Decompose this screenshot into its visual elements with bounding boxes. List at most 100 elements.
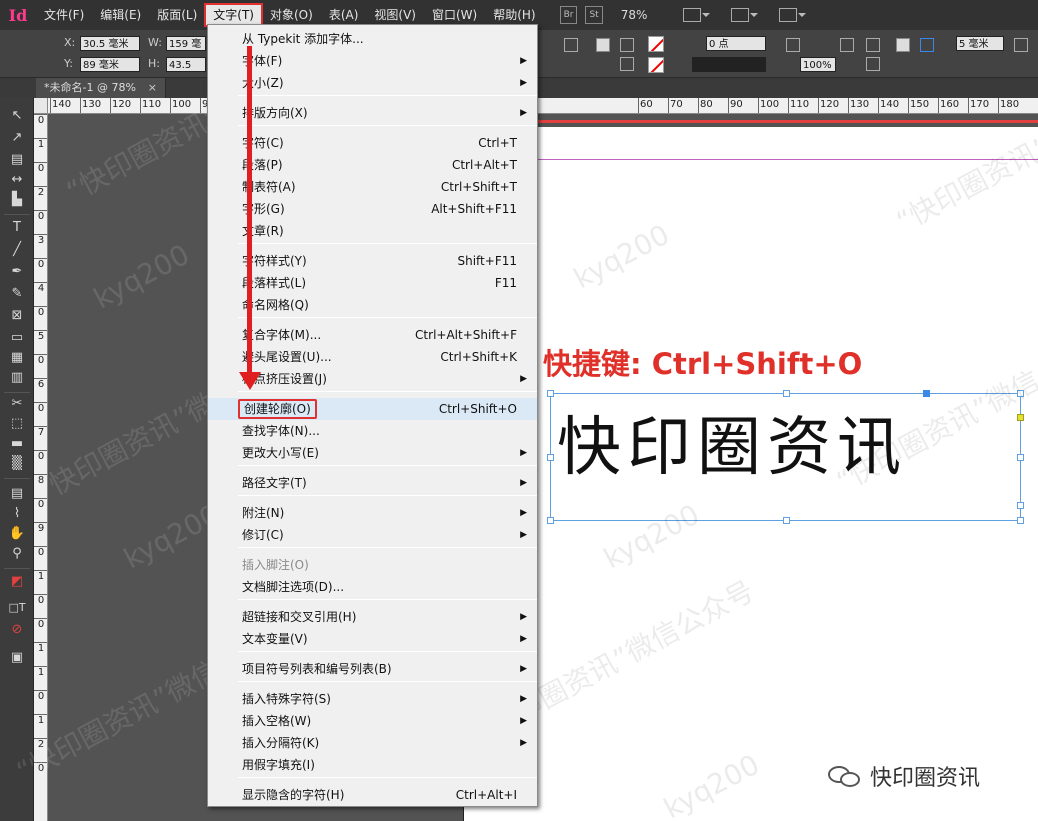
- menu-item[interactable]: 字符(C) Ctrl+T: [208, 132, 537, 154]
- selection-tool-icon[interactable]: ↖: [7, 106, 27, 126]
- note-tool-icon[interactable]: ▤: [7, 484, 27, 504]
- menu-item[interactable]: 更改大小写(E) ▶: [208, 442, 537, 464]
- menu-table[interactable]: 表(A): [321, 4, 367, 26]
- fill-swatch-icon[interactable]: [648, 36, 664, 52]
- frame-handle[interactable]: [547, 517, 554, 524]
- menu-item[interactable]: 显示隐含的字符(H) Ctrl+Alt+I: [208, 784, 537, 806]
- frame-text[interactable]: 快印圈资讯: [557, 396, 907, 488]
- menu-type[interactable]: 文字(T): [204, 3, 263, 27]
- menu-item[interactable]: 创建轮廓(O) Ctrl+Shift+O: [208, 398, 537, 420]
- menu-item[interactable]: 大小(Z) ▶: [208, 72, 537, 94]
- flip-icon[interactable]: [564, 38, 578, 52]
- scissors-tool-icon[interactable]: ✂: [7, 394, 27, 414]
- zoom-tool-icon[interactable]: ⚲: [7, 544, 27, 564]
- menu-item[interactable]: 修订(C) ▶: [208, 524, 537, 546]
- stroke-type-select[interactable]: [692, 57, 766, 72]
- frame-handle[interactable]: [547, 454, 554, 461]
- menu-item[interactable]: 路径文字(T) ▶: [208, 472, 537, 494]
- free-transform-tool-icon[interactable]: ⬚: [7, 414, 27, 434]
- view-options-icon[interactable]: [683, 8, 711, 22]
- screen-mode-icon[interactable]: [731, 8, 759, 22]
- menu-item[interactable]: 段落样式(L) F11: [208, 272, 537, 294]
- rotate-icon[interactable]: [620, 38, 634, 52]
- scale-field[interactable]: 100%: [800, 57, 836, 72]
- fill-stroke-icon[interactable]: ◩: [7, 572, 27, 592]
- frame-inport-handle[interactable]: [923, 390, 930, 397]
- h-field[interactable]: 43.5: [166, 57, 206, 72]
- menu-item[interactable]: 文章(R): [208, 220, 537, 242]
- stroke-swatch-icon[interactable]: [648, 57, 664, 73]
- menu-item[interactable]: 制表符(A) Ctrl+Shift+T: [208, 176, 537, 198]
- menu-edit[interactable]: 编辑(E): [92, 4, 149, 26]
- menu-file[interactable]: 文件(F): [36, 4, 92, 26]
- formatting-affects-text-icon[interactable]: □T: [7, 598, 27, 618]
- menu-item[interactable]: 文档脚注选项(D)...: [208, 576, 537, 598]
- reference-point-icon[interactable]: [596, 38, 610, 52]
- frame-handle[interactable]: [783, 390, 790, 397]
- frame-handle[interactable]: [1017, 454, 1024, 461]
- gradient-feather-tool-icon[interactable]: ▒: [7, 454, 27, 474]
- document-tab[interactable]: *未命名-1 @ 78% ×: [36, 78, 166, 98]
- text-frame[interactable]: 快印圈资讯: [547, 390, 1024, 524]
- bridge-button[interactable]: Br: [559, 6, 578, 24]
- ruler-origin[interactable]: [34, 98, 48, 114]
- fit-frame-icon[interactable]: [786, 38, 800, 52]
- gutter-icon[interactable]: [920, 38, 934, 52]
- gradient-swatch-tool-icon[interactable]: ▬: [7, 434, 27, 454]
- apply-none-icon[interactable]: ⊘: [7, 620, 27, 640]
- text-frame-options-icon[interactable]: [866, 57, 880, 71]
- menu-item[interactable]: 查找字体(N)...: [208, 420, 537, 442]
- menu-item[interactable]: 段落(P) Ctrl+Alt+T: [208, 154, 537, 176]
- x-field[interactable]: 30.5 毫米: [80, 36, 140, 51]
- vertical-grid-tool-icon[interactable]: ▥: [7, 368, 27, 388]
- screen-mode-tool-icon[interactable]: ▣: [7, 648, 27, 668]
- menu-window[interactable]: 窗口(W): [424, 4, 485, 26]
- page-tool-icon[interactable]: ▤: [7, 150, 27, 170]
- text-wrap-icon[interactable]: [866, 38, 880, 52]
- arrange-documents-icon[interactable]: [779, 8, 807, 22]
- pen-tool-icon[interactable]: ✒: [7, 262, 27, 282]
- w-field[interactable]: 159 毫: [166, 36, 206, 51]
- stock-button[interactable]: St: [585, 6, 603, 24]
- eyedropper-tool-icon[interactable]: ⌇: [7, 504, 27, 524]
- frame-handle[interactable]: [547, 390, 554, 397]
- vertical-ruler[interactable]: 0 1 0 2 0 3 0 4 0 5 0 6 0 7 0 8 0 9 0 1 0 0 1 1 0 1 2 0: [34, 114, 48, 821]
- frame-handle[interactable]: [1017, 517, 1024, 524]
- menu-item[interactable]: 字符样式(Y) Shift+F11: [208, 250, 537, 272]
- menu-item[interactable]: 避头尾设置(U)... Ctrl+Shift+K: [208, 346, 537, 368]
- horizontal-ruler[interactable]: 1401301201101009060708090100110120130140…: [48, 98, 1038, 114]
- frame-handle[interactable]: [1017, 390, 1024, 397]
- menu-item[interactable]: 插入特殊字符(S) ▶: [208, 688, 537, 710]
- menu-item[interactable]: 项目符号列表和编号列表(B) ▶: [208, 658, 537, 680]
- menu-item[interactable]: 命名网格(Q): [208, 294, 537, 316]
- horizontal-grid-tool-icon[interactable]: ▦: [7, 348, 27, 368]
- type-tool-icon[interactable]: T: [7, 218, 27, 238]
- menu-item[interactable]: 超链接和交叉引用(H) ▶: [208, 606, 537, 628]
- menu-layout[interactable]: 版面(L): [149, 4, 205, 26]
- menu-item[interactable]: 附注(N) ▶: [208, 502, 537, 524]
- direct-selection-tool-icon[interactable]: ↗: [7, 128, 27, 148]
- fx-icon[interactable]: [840, 38, 854, 52]
- zoom-level[interactable]: 78%: [621, 8, 648, 22]
- menu-item[interactable]: 插入脚注(O): [208, 554, 537, 576]
- frame-handle[interactable]: [783, 517, 790, 524]
- menu-item[interactable]: 插入空格(W) ▶: [208, 710, 537, 732]
- close-tab-icon[interactable]: ×: [148, 78, 157, 98]
- frame-corner-option-handle[interactable]: [1017, 414, 1024, 421]
- menu-object[interactable]: 对象(O): [262, 4, 321, 26]
- gap-tool-icon[interactable]: ↔: [7, 170, 27, 190]
- y-field[interactable]: 89 毫米: [80, 57, 140, 72]
- stroke-weight-field[interactable]: 0 点: [706, 36, 766, 51]
- hand-tool-icon[interactable]: ✋: [7, 524, 27, 544]
- menu-item[interactable]: 字体(F) ▶: [208, 50, 537, 72]
- menu-view[interactable]: 视图(V): [366, 4, 424, 26]
- frame-outport-handle[interactable]: [1017, 502, 1024, 509]
- pencil-tool-icon[interactable]: ✎: [7, 284, 27, 304]
- columns-icon[interactable]: [1014, 38, 1028, 52]
- gutter-field[interactable]: 5 毫米: [956, 36, 1004, 51]
- menu-item[interactable]: 从 Typekit 添加字体...: [208, 28, 537, 50]
- menu-help[interactable]: 帮助(H): [485, 4, 543, 26]
- menu-item[interactable]: 字形(G) Alt+Shift+F11: [208, 198, 537, 220]
- rectangle-frame-tool-icon[interactable]: ⊠: [7, 306, 27, 326]
- shear-icon[interactable]: [620, 57, 634, 71]
